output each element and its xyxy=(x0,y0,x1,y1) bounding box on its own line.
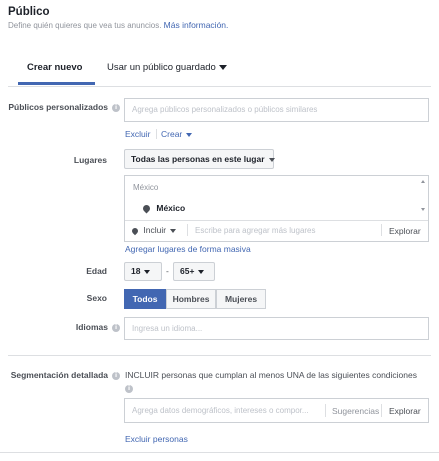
location-type-value: Todas las personas en este lugar xyxy=(131,154,265,164)
country-group-header: México xyxy=(133,183,159,192)
location-pin-icon xyxy=(130,226,140,235)
info-icon[interactable]: i xyxy=(112,371,120,380)
locations-inner-divider xyxy=(125,220,428,221)
include-value: Incluir xyxy=(143,225,167,235)
detailed-targeting-label: Segmentación detallada i xyxy=(11,370,120,380)
exclude-link[interactable]: Excluir xyxy=(125,129,151,139)
gender-all-button[interactable]: Todos xyxy=(124,289,166,309)
caret-down-icon xyxy=(186,132,193,137)
custom-audiences-placeholder: Agrega públicos personalizados o público… xyxy=(132,105,318,114)
gender-label: Sexo xyxy=(86,293,107,303)
custom-audiences-label-text: Públicos personalizados xyxy=(8,102,108,112)
browse-separator xyxy=(381,404,382,417)
tabs-divider xyxy=(8,86,431,87)
age-min-select[interactable]: 18 xyxy=(124,262,162,281)
detailed-targeting-browse-button[interactable]: Explorar xyxy=(389,406,421,416)
detailed-targeting-description: INCLUIR personas que cumplan al menos UN… xyxy=(125,370,417,380)
subtitle-text: Define quién quieres que vea tus anuncio… xyxy=(8,21,162,30)
info-icon[interactable]: i xyxy=(112,323,120,332)
selected-location[interactable]: México xyxy=(141,203,186,214)
age-max-select[interactable]: 65+ xyxy=(173,262,215,281)
section-divider xyxy=(8,355,431,356)
location-search-input[interactable]: Escribe para agregar más lugares xyxy=(195,226,316,235)
location-search-placeholder: Escribe para agregar más lugares xyxy=(195,226,316,235)
detailed-targeting-label-text: Segmentación detallada xyxy=(10,370,108,380)
scroll-up-icon xyxy=(421,180,425,183)
suggestions-separator xyxy=(325,404,326,417)
caret-down-icon xyxy=(170,228,177,233)
include-separator xyxy=(187,224,188,236)
tab-create-new[interactable]: Crear nuevo xyxy=(27,62,82,73)
languages-input[interactable]: Ingresa un idioma... xyxy=(124,317,429,340)
scroll-down-icon xyxy=(421,208,425,211)
detailed-targeting-input[interactable]: Agrega datos demográficos, intereses o c… xyxy=(124,398,429,423)
bottom-divider xyxy=(0,452,439,453)
gender-women-button[interactable]: Mujeres xyxy=(216,289,266,309)
tab-saved-audience[interactable]: Usar un público guardado xyxy=(107,62,227,73)
create-dropdown[interactable]: Crear xyxy=(161,129,193,139)
bulk-locations-link[interactable]: Agregar lugares de forma masiva xyxy=(125,244,251,254)
page-title: Público xyxy=(8,6,50,18)
include-select[interactable]: Incluir xyxy=(130,225,177,235)
age-separator: - xyxy=(166,266,169,276)
languages-label-text: Idiomas xyxy=(75,322,108,332)
locations-label: Lugares xyxy=(73,155,107,165)
info-icon[interactable]: i xyxy=(112,103,120,112)
caret-down-icon xyxy=(198,269,205,274)
locations-scrollbar[interactable] xyxy=(421,180,426,216)
custom-audiences-label: Públicos personalizados i xyxy=(8,102,120,112)
create-label: Crear xyxy=(161,129,183,139)
caret-down-icon xyxy=(218,64,227,70)
suggestions-button[interactable]: Sugerencias xyxy=(332,406,379,416)
locations-browse-button[interactable]: Explorar xyxy=(389,226,421,236)
languages-label: Idiomas i xyxy=(76,322,120,332)
detailed-targeting-placeholder: Agrega datos demográficos, intereses o c… xyxy=(132,406,309,415)
selected-location-name: México xyxy=(156,203,186,213)
languages-placeholder: Ingresa un idioma... xyxy=(132,324,203,333)
link-separator xyxy=(156,129,157,139)
exclude-people-link[interactable]: Excluir personas xyxy=(125,434,188,444)
gender-men-button[interactable]: Hombres xyxy=(166,289,216,309)
age-max-value: 65+ xyxy=(180,266,195,276)
tab-saved-audience-label: Usar un público guardado xyxy=(107,62,216,73)
caret-down-icon xyxy=(268,157,275,162)
location-pin-icon xyxy=(141,203,152,214)
location-type-select[interactable]: Todas las personas en este lugar xyxy=(124,149,275,169)
more-info-link[interactable]: Más información. xyxy=(164,20,229,30)
custom-audiences-input[interactable]: Agrega públicos personalizados o público… xyxy=(124,98,429,122)
info-icon[interactable]: i xyxy=(125,384,133,393)
age-label: Edad xyxy=(86,266,107,276)
description-info: i xyxy=(125,383,133,393)
page-subtitle: Define quién quieres que vea tus anuncio… xyxy=(8,20,228,30)
browse-separator xyxy=(381,224,382,236)
caret-down-icon xyxy=(144,269,151,274)
active-tab-indicator xyxy=(18,82,95,85)
age-min-value: 18 xyxy=(131,266,141,276)
locations-box: México México Incluir Escribe para agreg… xyxy=(124,175,429,242)
